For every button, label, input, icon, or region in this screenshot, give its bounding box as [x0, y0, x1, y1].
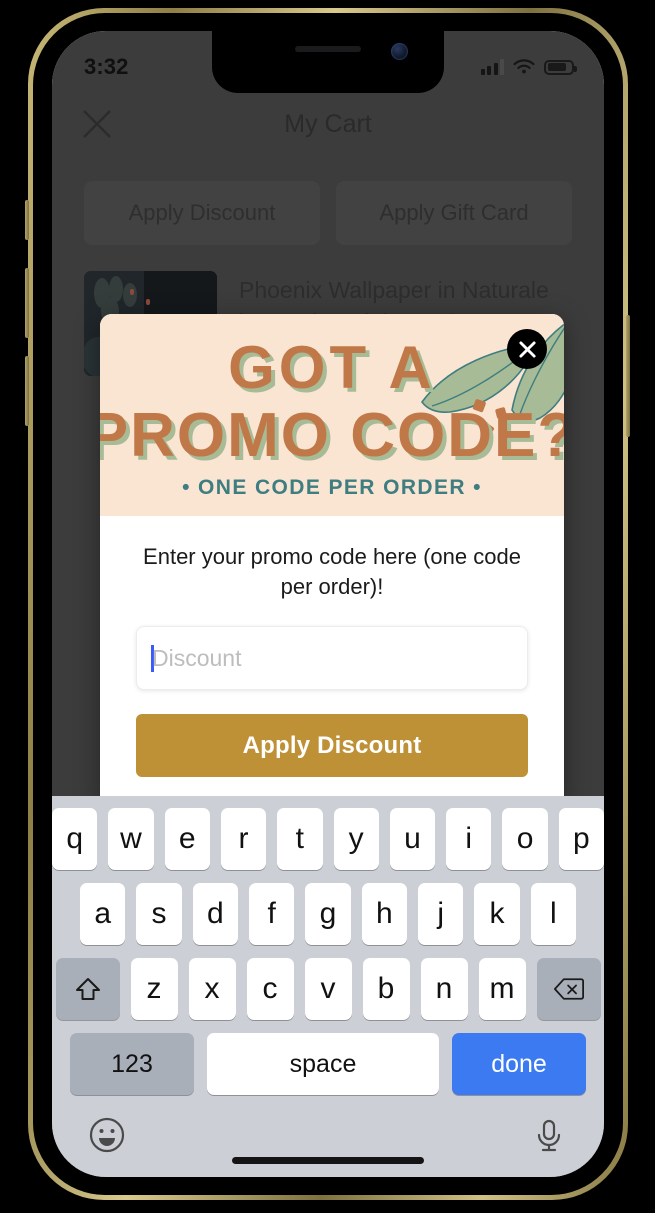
key-o[interactable]: o — [502, 808, 548, 870]
key-w[interactable]: w — [108, 808, 154, 870]
status-bar: 3:32 — [52, 31, 604, 93]
leaf-decoration-icon: GOT A GOT A PROMO CODE? PROMO CODE? • ON… — [100, 314, 564, 516]
svg-text:PROMO CODE?: PROMO CODE? — [100, 401, 564, 470]
microphone-icon[interactable] — [530, 1116, 568, 1154]
key-e[interactable]: e — [164, 808, 210, 870]
keyboard-bottom-bar — [52, 1108, 604, 1154]
key-u[interactable]: u — [389, 808, 436, 870]
apply-discount-button[interactable]: Apply Discount — [84, 181, 320, 245]
svg-text:GOT A: GOT A — [228, 334, 436, 401]
key-f[interactable]: f — [249, 883, 295, 945]
volume-down-button[interactable] — [25, 356, 29, 426]
key-d[interactable]: d — [192, 883, 238, 945]
emoji-smiley-icon[interactable] — [88, 1116, 126, 1154]
key-b[interactable]: b — [362, 958, 410, 1020]
space-key[interactable]: space — [207, 1033, 439, 1095]
svg-text:• ONE CODE PER ORDER •: • ONE CODE PER ORDER • — [182, 476, 482, 499]
home-indicator[interactable] — [232, 1157, 424, 1164]
onscreen-keyboard: qwertyuiop asdfghjkl zxcvbnm 123 space d… — [52, 796, 604, 1177]
key-c[interactable]: c — [246, 958, 294, 1020]
phone-mockup: 3:32 My Cart Apply Discount Apply Gift C… — [0, 0, 655, 1213]
done-key[interactable]: done — [452, 1033, 586, 1095]
wifi-icon — [513, 59, 535, 74]
discount-code-input[interactable]: Discount — [136, 626, 528, 690]
battery-icon — [544, 59, 577, 75]
key-x[interactable]: x — [188, 958, 236, 1020]
key-p[interactable]: p — [558, 808, 604, 870]
apply-discount-submit-button[interactable]: Apply Discount — [136, 714, 528, 777]
key-m[interactable]: m — [478, 958, 526, 1020]
key-i[interactable]: i — [446, 808, 492, 870]
discount-input-placeholder: Discount — [152, 644, 242, 671]
key-z[interactable]: z — [130, 958, 178, 1020]
numbers-key[interactable]: 123 — [70, 1033, 194, 1095]
promo-instructions: Enter your promo code here (one code per… — [143, 544, 521, 599]
key-v[interactable]: v — [304, 958, 352, 1020]
app-navbar: My Cart — [52, 93, 604, 155]
phone-screen: 3:32 My Cart Apply Discount Apply Gift C… — [52, 31, 604, 1177]
key-q[interactable]: q — [52, 808, 98, 870]
status-bar-time: 3:32 — [84, 54, 129, 79]
key-s[interactable]: s — [136, 883, 182, 945]
keyboard-row-3: zxcvbnm — [52, 958, 604, 1020]
key-h[interactable]: h — [361, 883, 407, 945]
promo-modal-body: Enter your promo code here (one code per… — [100, 516, 564, 807]
key-k[interactable]: k — [474, 883, 520, 945]
key-y[interactable]: y — [333, 808, 379, 870]
key-t[interactable]: t — [277, 808, 323, 870]
key-a[interactable]: a — [80, 883, 126, 945]
keyboard-row-4: 123 space done — [52, 1033, 604, 1095]
modal-close-button[interactable] — [507, 329, 547, 369]
close-x-icon[interactable] — [80, 107, 114, 141]
key-g[interactable]: g — [305, 883, 351, 945]
close-x-icon — [518, 340, 536, 358]
promo-code-modal: GOT A GOT A PROMO CODE? PROMO CODE? • ON… — [100, 314, 564, 807]
key-j[interactable]: j — [417, 883, 464, 945]
keyboard-row-2: asdfghjkl — [52, 883, 604, 945]
page-title: My Cart — [284, 109, 372, 138]
apply-gift-card-button[interactable]: Apply Gift Card — [336, 181, 572, 245]
silent-switch[interactable] — [25, 200, 29, 240]
shift-arrow-icon[interactable] — [55, 958, 120, 1020]
key-n[interactable]: n — [420, 958, 468, 1020]
key-r[interactable]: r — [220, 808, 267, 870]
keyboard-row-1: qwertyuiop — [52, 808, 604, 870]
promo-banner: GOT A GOT A PROMO CODE? PROMO CODE? • ON… — [100, 314, 564, 516]
volume-up-button[interactable] — [25, 268, 29, 338]
cart-action-buttons: Apply Discount Apply Gift Card — [52, 181, 604, 245]
signal-bars-icon — [480, 59, 504, 75]
key-l[interactable]: l — [530, 883, 576, 945]
backspace-delete-icon[interactable] — [536, 958, 601, 1020]
power-button[interactable] — [626, 315, 630, 437]
